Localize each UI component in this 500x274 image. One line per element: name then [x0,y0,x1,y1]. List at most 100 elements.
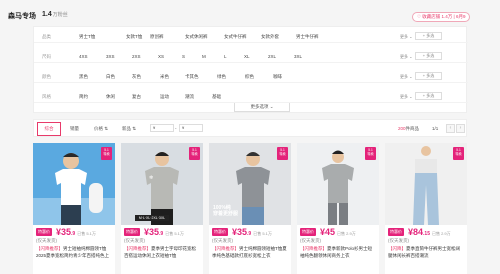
shipping-note: (仅天发货) [388,238,409,243]
sold-count: 已售 2.9万 [431,231,451,236]
product-title[interactable]: 【闪降推荐】夏季男士字母印花宽松百搭运动休闲上衣短袖T恤 [124,246,200,259]
product-image[interactable]: 5.1 特卖 [33,143,115,225]
product-card[interactable]: 5.1 特卖 特惠价 ¥45 已售 2.9万 (仅天发货) 【闪降推荐】夏季新款Po… [297,143,379,274]
filter-option[interactable]: 运动 [160,94,169,100]
filter-option[interactable]: 4XS [79,54,88,59]
filter-option[interactable]: 棕色 [245,74,254,80]
sort-sales-tab[interactable]: 销量 [70,126,79,132]
filter-multi-button[interactable]: + 多选 [415,72,442,80]
filter-option[interactable]: 基础 [212,94,221,100]
product-image[interactable]: 100%纯 穿着更舒服 5.1 特卖 [209,143,291,225]
product-image[interactable]: 5.1 特卖 [297,143,379,225]
filter-option[interactable]: 男士T恤 [79,34,95,40]
sold-count: 已售 2.9万 [337,231,356,236]
result-count-unit: 件商品 [405,126,420,131]
filter-option[interactable]: L [224,54,227,59]
favorite-store-button[interactable]: ♡ 收藏店铺 1.4万 | 6月9 [412,12,471,22]
store-name: 森马专场 [8,13,36,20]
filter-row-style: 风格 简约 休闲 复古 运动 潮流 基础 更多 ⌄ + 多选 [34,90,468,103]
filter-option[interactable]: XL [244,54,250,59]
product-image[interactable]: 5.1 特卖 [385,143,467,225]
shipping-note: (仅天发货) [212,238,233,243]
sold-count: 已售 5.1万 [253,231,272,236]
filter-option[interactable]: 3XS [106,54,115,59]
special-price-tag: 特惠价 [388,228,404,236]
image-caption: 100%纯 穿着更舒服 [213,205,239,217]
filter-option[interactable]: S [182,54,185,59]
filter-row-category: 品类 男士T恤 女款T恤 原创裤 女式休闲裤 女式牛仔裤 女款外套 男士牛仔裤 … [34,30,468,43]
filter-option[interactable]: 女款外套 [261,34,279,40]
filter-label: 尺码 [42,54,51,59]
page-indicator: 1/1 [432,126,439,131]
result-count-number: 200 [398,126,406,131]
more-options-button[interactable]: 更多选项 ⌄ [234,103,290,112]
filter-option[interactable]: 2XL [268,54,276,59]
filter-option[interactable]: 潮流 [185,94,194,100]
sort-bar: 综合 销量 价格 ⇅ 新品 ⇅ ¥ - ¥ 200件商品 1/1 ‹ › [33,119,467,137]
filter-option[interactable]: 咖啡 [273,74,282,80]
product-card[interactable]: 5.1 特卖 特惠价 ¥84.15 已售 2.9万 (仅天发货) 【闪降】夏季直筒牛… [385,143,467,274]
filter-multi-button[interactable]: + 多选 [415,32,442,40]
filter-more-button[interactable]: 更多 ⌄ [400,34,412,40]
product-price: ¥45 已售 2.9万 [320,227,356,237]
product-image[interactable]: ❄ M·L·XL·2XL·3XL 5.1 特卖 [121,143,203,225]
product-price: ¥35.9 已售 5.1万 [144,227,184,237]
sale-badge: 5.1 特卖 [365,147,376,160]
filter-label: 颜色 [42,74,51,79]
filter-row-size: 尺码 4XS 3XS 2XS XS S M L XL 2XL 3XL 更多 ⌄ … [34,50,468,63]
filter-more-button[interactable]: 更多 ⌄ [400,54,412,60]
filter-option[interactable]: M [202,54,206,59]
fans-unit: 万粉丝 [52,12,68,18]
filter-multi-button[interactable]: + 多选 [415,92,442,100]
filter-option[interactable]: 男士牛仔裤 [296,34,319,40]
filter-option[interactable]: 绿色 [217,74,226,80]
filter-option[interactable]: 卡其色 [185,74,199,80]
product-card[interactable]: ❄ M·L·XL·2XL·3XL 5.1 特卖 特惠价 ¥35.9 已售 5.1万 … [121,143,203,274]
prev-page-button[interactable]: ‹ [446,124,455,133]
filter-multi-button[interactable]: + 多选 [415,52,442,60]
sort-default-tab[interactable]: 综合 [37,122,61,136]
sale-badge: 5.1 特卖 [277,147,288,160]
product-card[interactable]: 5.1 特卖 特惠价 ¥35.9 已售 5.1万 (仅天发货) 【闪降推荐】男士短袖… [33,143,115,274]
special-price-tag: 特惠价 [212,228,228,236]
special-price-tag: 特惠价 [124,228,140,236]
product-title[interactable]: 【闪降推荐】男士纯棉圆领短袖T恤夏季纯色基础款打底衫宽松上衣 [212,246,288,259]
size-chart-bar: M·L·XL·2XL·3XL [135,215,169,221]
sold-count: 已售 5.1万 [77,231,96,236]
filter-more-button[interactable]: 更多 ⌄ [400,94,412,100]
filter-label: 风格 [42,94,51,99]
sort-price-tab[interactable]: 价格 ⇅ [94,126,108,132]
filter-option[interactable]: 白色 [106,74,115,80]
store-header: 森马专场 1.4万粉丝 ♡ 收藏店铺 1.4万 | 6月9 [0,0,500,26]
filter-option[interactable]: 米色 [160,74,169,80]
sale-badge: 5.1 特卖 [101,147,112,160]
filter-option[interactable]: 2XS [132,54,141,59]
product-price: ¥84.15 已售 2.9万 [408,227,451,237]
filter-option[interactable]: 原创裤 [150,34,164,40]
special-price-tag: 特惠价 [300,228,316,236]
filter-option[interactable]: 休闲 [106,94,115,100]
price-min-input[interactable]: ¥ [150,124,174,132]
filter-option[interactable]: 3XL [294,54,302,59]
next-page-button[interactable]: › [456,124,465,133]
price-max-input[interactable]: ¥ [179,124,203,132]
filter-option[interactable]: 黑色 [79,74,88,80]
shipping-note: (仅天发货) [300,238,321,243]
result-count: 200件商品 [398,126,419,132]
product-title[interactable]: 【闪降推荐】男士短袖纯棉圆领T恤2025夏季宽松简约青少年百搭纯色上衣 [36,246,112,259]
fans-count: 1.4 [42,11,52,18]
filter-option[interactable]: 女式牛仔裤 [224,34,247,40]
product-title[interactable]: 【闪降】夏季直筒牛仔裤男士宽松阔腿休闲长裤百搭潮流 [388,246,464,259]
filter-more-button[interactable]: 更多 ⌄ [400,74,412,80]
filter-option[interactable]: 复古 [132,94,141,100]
sort-newest-tab[interactable]: 新品 ⇅ [122,126,136,132]
shipping-note: (仅天发货) [124,238,145,243]
filter-option[interactable]: XS [158,54,164,59]
special-price-tag: 特惠价 [36,228,52,236]
filter-option[interactable]: 灰色 [132,74,141,80]
product-title[interactable]: 【闪降推荐】夏季新款Polo衫男士短袖纯色翻领休闲商务上衣 [300,246,376,259]
filter-option[interactable]: 女款T恤 [126,34,142,40]
filter-option[interactable]: 女式休闲裤 [185,34,208,40]
product-card[interactable]: 100%纯 穿着更舒服 5.1 特卖 特惠价 ¥35.9 已售 5.1万 (仅天发货)… [209,143,291,274]
filter-option[interactable]: 简约 [79,94,88,100]
